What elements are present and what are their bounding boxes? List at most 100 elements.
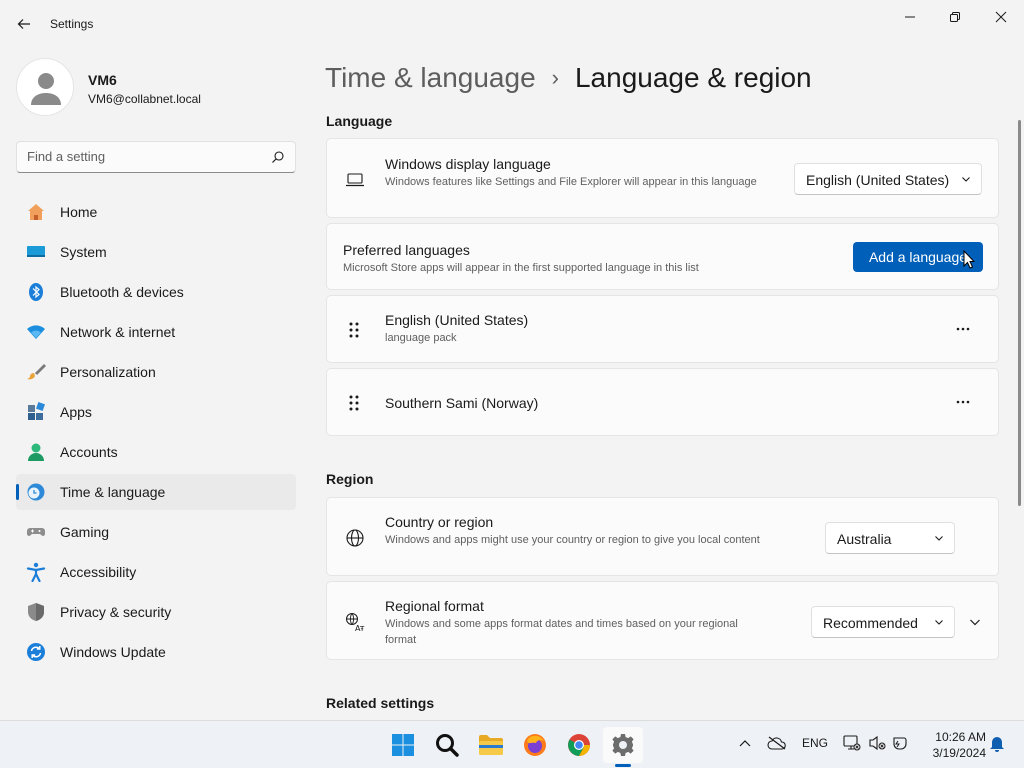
display-language-title: Windows display language xyxy=(385,156,551,172)
update-icon xyxy=(27,643,45,661)
language-name: Southern Sami (Norway) xyxy=(385,395,539,411)
sidebar-item-label: Gaming xyxy=(60,524,110,540)
laptop-icon xyxy=(346,173,364,187)
country-region-description: Windows and apps might use your country … xyxy=(385,534,760,546)
back-arrow-icon xyxy=(17,19,30,29)
restore-button[interactable] xyxy=(932,4,978,30)
onedrive-status[interactable] xyxy=(767,735,787,751)
sidebar-item-accounts[interactable]: Accounts xyxy=(16,434,296,470)
notifications-button[interactable] xyxy=(988,735,1006,753)
minimize-button[interactable] xyxy=(887,4,933,30)
title-bar: Settings xyxy=(0,0,1024,48)
page-title: Language & region xyxy=(574,62,812,93)
sidebar-item-gaming[interactable]: Gaming xyxy=(16,514,296,550)
clock-globe-icon xyxy=(27,483,45,501)
sidebar-item-system[interactable]: System xyxy=(16,234,296,270)
chevron-up-icon xyxy=(739,740,751,747)
sidebar-item-label: System xyxy=(60,244,107,260)
expand-button[interactable] xyxy=(965,612,985,632)
country-region-dropdown[interactable]: Australia xyxy=(825,522,955,554)
shield-icon xyxy=(28,603,44,621)
regional-format-icon: AŦ xyxy=(346,613,365,632)
sidebar-item-label: Privacy & security xyxy=(60,604,172,620)
sidebar-item-privacy[interactable]: Privacy & security xyxy=(16,594,296,630)
breadcrumb-separator: › xyxy=(551,65,559,90)
volume-muted-icon xyxy=(869,735,886,751)
accessibility-icon xyxy=(26,562,46,582)
regional-format-description: Windows and some apps format dates and t… xyxy=(385,618,738,646)
clock-date: 3/19/2024 xyxy=(932,746,986,760)
sidebar-item-time-language[interactable]: Time & language xyxy=(16,474,296,510)
sidebar-item-home[interactable]: Home xyxy=(16,194,296,230)
more-options-button[interactable] xyxy=(950,389,976,415)
clock[interactable]: 10:26 AM 3/19/2024 xyxy=(920,729,986,761)
sidebar-item-accessibility[interactable]: Accessibility xyxy=(16,554,296,590)
language-heading: Language xyxy=(326,113,393,129)
sidebar-item-label: Apps xyxy=(60,404,92,420)
display-language-description: Windows features like Settings and File … xyxy=(385,176,757,188)
sidebar-item-network[interactable]: Network & internet xyxy=(16,314,296,350)
user-profile[interactable]: VM6 VM6@collabnet.local xyxy=(16,58,296,118)
chevron-down-icon xyxy=(935,620,943,625)
input-language-indicator[interactable]: ENG xyxy=(800,735,830,751)
battery-status[interactable] xyxy=(891,735,909,751)
file-explorer-button[interactable] xyxy=(471,727,511,763)
sidebar-item-label: Accessibility xyxy=(60,564,137,580)
settings-icon xyxy=(612,734,634,756)
person-icon xyxy=(31,73,61,105)
cloud-offline-icon xyxy=(767,736,786,750)
chrome-button[interactable] xyxy=(559,727,599,763)
drag-handle-icon[interactable] xyxy=(347,393,361,413)
sidebar-item-bluetooth[interactable]: Bluetooth & devices xyxy=(16,274,296,310)
settings-button[interactable] xyxy=(603,727,643,763)
power-icon xyxy=(893,737,907,750)
back-button[interactable] xyxy=(10,10,38,38)
language-name: English (United States) xyxy=(385,312,529,328)
sidebar-item-windows-update[interactable]: Windows Update xyxy=(16,634,296,670)
close-button[interactable] xyxy=(978,4,1024,30)
start-button[interactable] xyxy=(383,727,423,763)
brush-icon xyxy=(27,364,46,380)
more-icon xyxy=(956,327,970,331)
display-language-dropdown[interactable]: English (United States) xyxy=(794,163,982,195)
taskbar-search-button[interactable] xyxy=(427,727,467,763)
sidebar-item-label: Bluetooth & devices xyxy=(60,284,184,300)
sidebar-item-personalization[interactable]: Personalization xyxy=(16,354,296,390)
chevron-down-icon xyxy=(962,177,970,182)
related-settings-heading: Related settings xyxy=(326,695,435,711)
sidebar-item-apps[interactable]: Apps xyxy=(16,394,296,430)
start-icon xyxy=(392,734,414,756)
regional-format-card[interactable]: AŦ Regional format Windows and some apps… xyxy=(326,581,999,660)
file-explorer-icon xyxy=(479,735,503,755)
search-input[interactable]: Find a setting xyxy=(27,149,105,164)
sidebar-item-label: Windows Update xyxy=(60,644,166,660)
close-icon xyxy=(995,11,1007,23)
scrollbar[interactable] xyxy=(1018,120,1021,506)
breadcrumb-parent[interactable]: Time & language xyxy=(325,62,536,94)
language-item[interactable]: Southern Sami (Norway) xyxy=(326,368,999,436)
apps-icon xyxy=(28,402,45,420)
region-heading: Region xyxy=(326,471,374,487)
country-region-title: Country or region xyxy=(385,514,494,530)
breadcrumb: Time & language › Language & region xyxy=(325,58,812,98)
language-item[interactable]: English (United States) language pack xyxy=(326,295,999,363)
search-icon xyxy=(272,151,284,163)
svg-text:Ŧ: Ŧ xyxy=(359,625,365,632)
search-box[interactable]: Find a setting xyxy=(16,141,296,173)
show-hidden-icons-button[interactable] xyxy=(737,735,753,751)
system-icon xyxy=(27,246,45,257)
home-icon xyxy=(28,204,44,220)
clock-time: 10:26 AM xyxy=(935,730,986,744)
volume-status[interactable] xyxy=(868,735,886,751)
preferred-languages-title: Preferred languages xyxy=(343,242,470,258)
drag-handle-icon[interactable] xyxy=(347,320,361,340)
chevron-down-icon xyxy=(970,619,980,626)
regional-format-dropdown[interactable]: Recommended xyxy=(811,606,955,638)
network-status[interactable] xyxy=(843,735,861,751)
display-language-card: Windows display language Windows feature… xyxy=(326,138,999,218)
window-title: Settings xyxy=(50,17,94,31)
more-options-button[interactable] xyxy=(950,316,976,342)
sidebar-item-label: Time & language xyxy=(60,484,166,500)
chevron-down-icon xyxy=(935,536,943,541)
firefox-button[interactable] xyxy=(515,727,555,763)
